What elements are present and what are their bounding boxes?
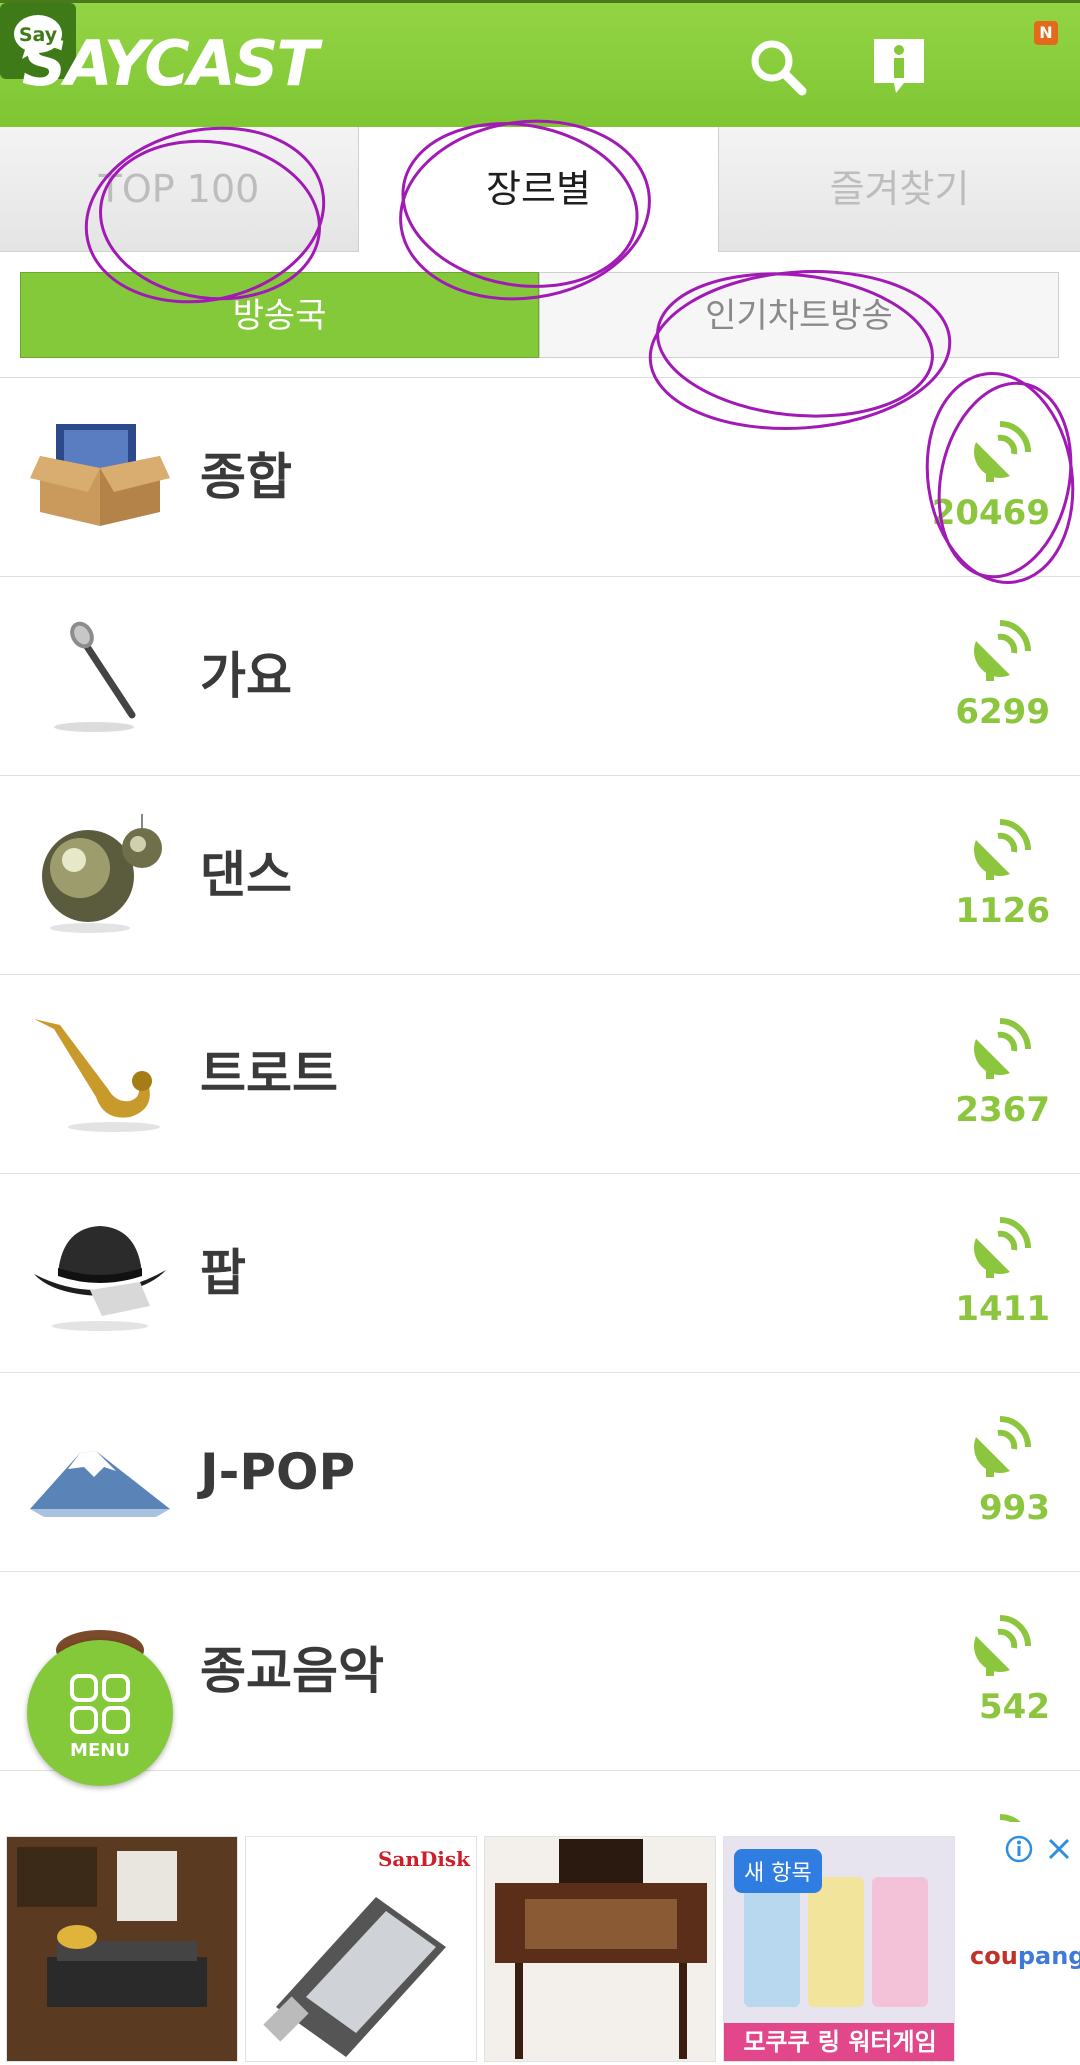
raclette-grill-image (7, 1837, 237, 2061)
ad-close-icon[interactable] (1044, 1834, 1074, 1864)
tab-favorites[interactable]: 즐겨찾기 (719, 127, 1080, 252)
disco-ball-icon (42, 814, 162, 933)
main-tabs: TOP 100 장르별 즐겨찾기 (0, 127, 1080, 252)
app-logo[interactable]: SAYCAST (22, 29, 319, 99)
broadcast-dish-icon (974, 620, 1031, 681)
mount-fuji-icon (30, 1451, 170, 1517)
info-button[interactable] (866, 33, 932, 99)
broadcast-dish-icon (974, 1217, 1031, 1278)
sandisk-logo: SanDisk (377, 1847, 470, 1871)
search-button[interactable] (744, 33, 810, 99)
broadcast-dish-icon (974, 421, 1031, 482)
station-count: 1126 (955, 891, 1050, 931)
search-icon (751, 40, 807, 96)
saxophone-icon (34, 1019, 160, 1132)
ad-item-sandisk-usb[interactable]: SanDisk (245, 1836, 477, 2062)
microphone-icon (54, 621, 136, 732)
new-badge: N (1034, 21, 1058, 45)
coupang-logo[interactable]: coupang (970, 1942, 1080, 1970)
subtab-popular-chart[interactable]: 인기차트방송 (539, 272, 1059, 358)
ad-banner[interactable]: SanDisk 새 항목 모쿠쿠 링 워터게임 coupang (0, 1822, 1080, 2065)
genre-name: 트로트 (200, 1045, 338, 1103)
ad-item-raclette-grill[interactable] (6, 1836, 238, 2062)
tab-genre[interactable]: 장르별 (359, 127, 719, 252)
subtab-stations[interactable]: 방송국 (20, 272, 539, 358)
grid-icon (70, 1674, 130, 1734)
ad-item-record-player[interactable] (484, 1836, 716, 2062)
genre-row-pop[interactable]: 팝 1411 (0, 1174, 1080, 1373)
station-count: 1411 (955, 1289, 1050, 1329)
say-label: Say (19, 24, 58, 46)
station-count: 20469 (931, 493, 1050, 533)
station-count: 993 (979, 1488, 1050, 1528)
genre-list: 종합 20469 가요 6299 댄스 1126 트로트 2367 팝 1411… (0, 378, 1080, 1891)
genre-name: 댄스 (200, 846, 292, 904)
station-count: 542 (979, 1687, 1050, 1727)
info-icon (874, 39, 924, 93)
menu-button[interactable]: MENU (27, 1640, 173, 1786)
fedora-hat-icon (34, 1226, 166, 1331)
boxed-records-icon (30, 424, 170, 526)
genre-row-trot[interactable]: 트로트 2367 (0, 975, 1080, 1174)
app-header: SAYCAST Say N (0, 0, 1080, 127)
broadcast-dish-icon (974, 1416, 1031, 1477)
broadcast-dish-icon (974, 1018, 1031, 1079)
tab-top100[interactable]: TOP 100 (0, 127, 359, 252)
sub-tabs: 방송국 인기차트방송 (0, 252, 1080, 378)
say-icon: Say (14, 15, 62, 59)
menu-label: MENU (70, 1740, 130, 1761)
genre-name: 팝 (200, 1244, 246, 1302)
ad-item-water-game[interactable]: 새 항목 모쿠쿠 링 워터게임 (723, 1836, 955, 2062)
ad-caption: 모쿠쿠 링 워터게임 (724, 2023, 954, 2061)
genre-row-general[interactable]: 종합 20469 (0, 378, 1080, 577)
genre-name: J-POP (200, 1443, 356, 1501)
genre-name: 가요 (200, 647, 292, 705)
genre-name: 종교음악 (200, 1642, 384, 1700)
genre-row-jpop[interactable]: J-POP 993 (0, 1373, 1080, 1572)
station-count: 2367 (955, 1090, 1050, 1130)
station-count: 6299 (955, 692, 1050, 732)
genre-row-kpop[interactable]: 가요 6299 (0, 577, 1080, 776)
record-player-image (495, 1839, 707, 2059)
genre-row-dance[interactable]: 댄스 1126 (0, 776, 1080, 975)
ad-info-icon[interactable] (1004, 1834, 1034, 1864)
broadcast-dish-icon (974, 819, 1031, 880)
genre-name: 종합 (200, 448, 292, 506)
broadcast-dish-icon (974, 1615, 1031, 1676)
new-item-badge: 새 항목 (734, 1849, 822, 1893)
